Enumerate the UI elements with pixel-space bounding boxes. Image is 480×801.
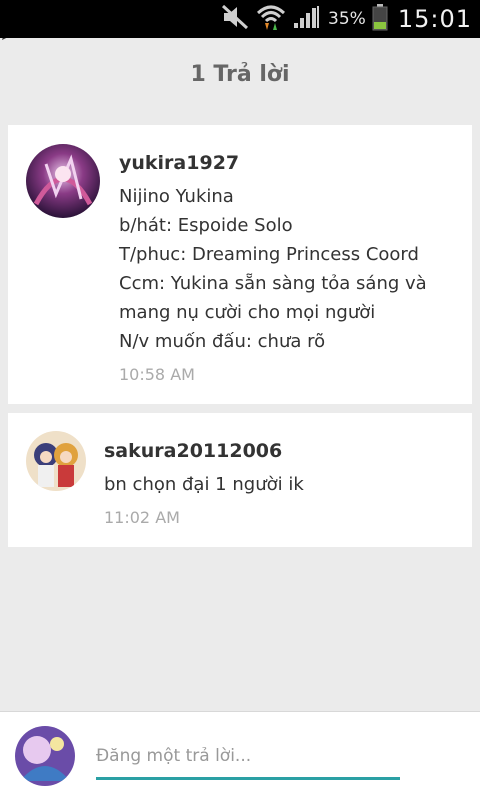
page-title: 1 Trả lời: [190, 61, 290, 87]
timestamp: 11:02 AM: [104, 508, 180, 527]
thread-header: 1 Trả lời: [0, 38, 480, 110]
signal-icon: [292, 4, 322, 34]
username[interactable]: yukira1927: [119, 152, 239, 174]
battery-icon: [372, 3, 388, 35]
mute-icon: [220, 4, 250, 34]
username[interactable]: sakura20112006: [104, 440, 282, 462]
reply-card: sakura20112006 bn chọn đại 1 người ik 11…: [8, 413, 472, 547]
reply-input[interactable]: [96, 742, 396, 770]
avatar[interactable]: [26, 431, 86, 491]
status-bar: 35% 15:01: [0, 0, 480, 38]
reply-composer: [0, 711, 480, 801]
status-icons: 35% 15:01: [220, 0, 472, 38]
wifi-icon: [256, 3, 286, 35]
current-user-avatar[interactable]: [15, 726, 75, 786]
reply-text: Nijino Yukina b/hát: Espoide Solo T/phuc…: [119, 186, 427, 352]
reply-card: yukira1927 Nijino Yukina b/hát: Espoide …: [8, 125, 472, 404]
avatar[interactable]: [26, 144, 100, 218]
timestamp: 10:58 AM: [119, 365, 195, 384]
battery-percent: 35%: [328, 9, 366, 29]
reply-input-underline: [96, 777, 400, 780]
reply-text: bn chọn đại 1 người ik: [104, 474, 304, 495]
clock: 15:01: [397, 5, 472, 33]
